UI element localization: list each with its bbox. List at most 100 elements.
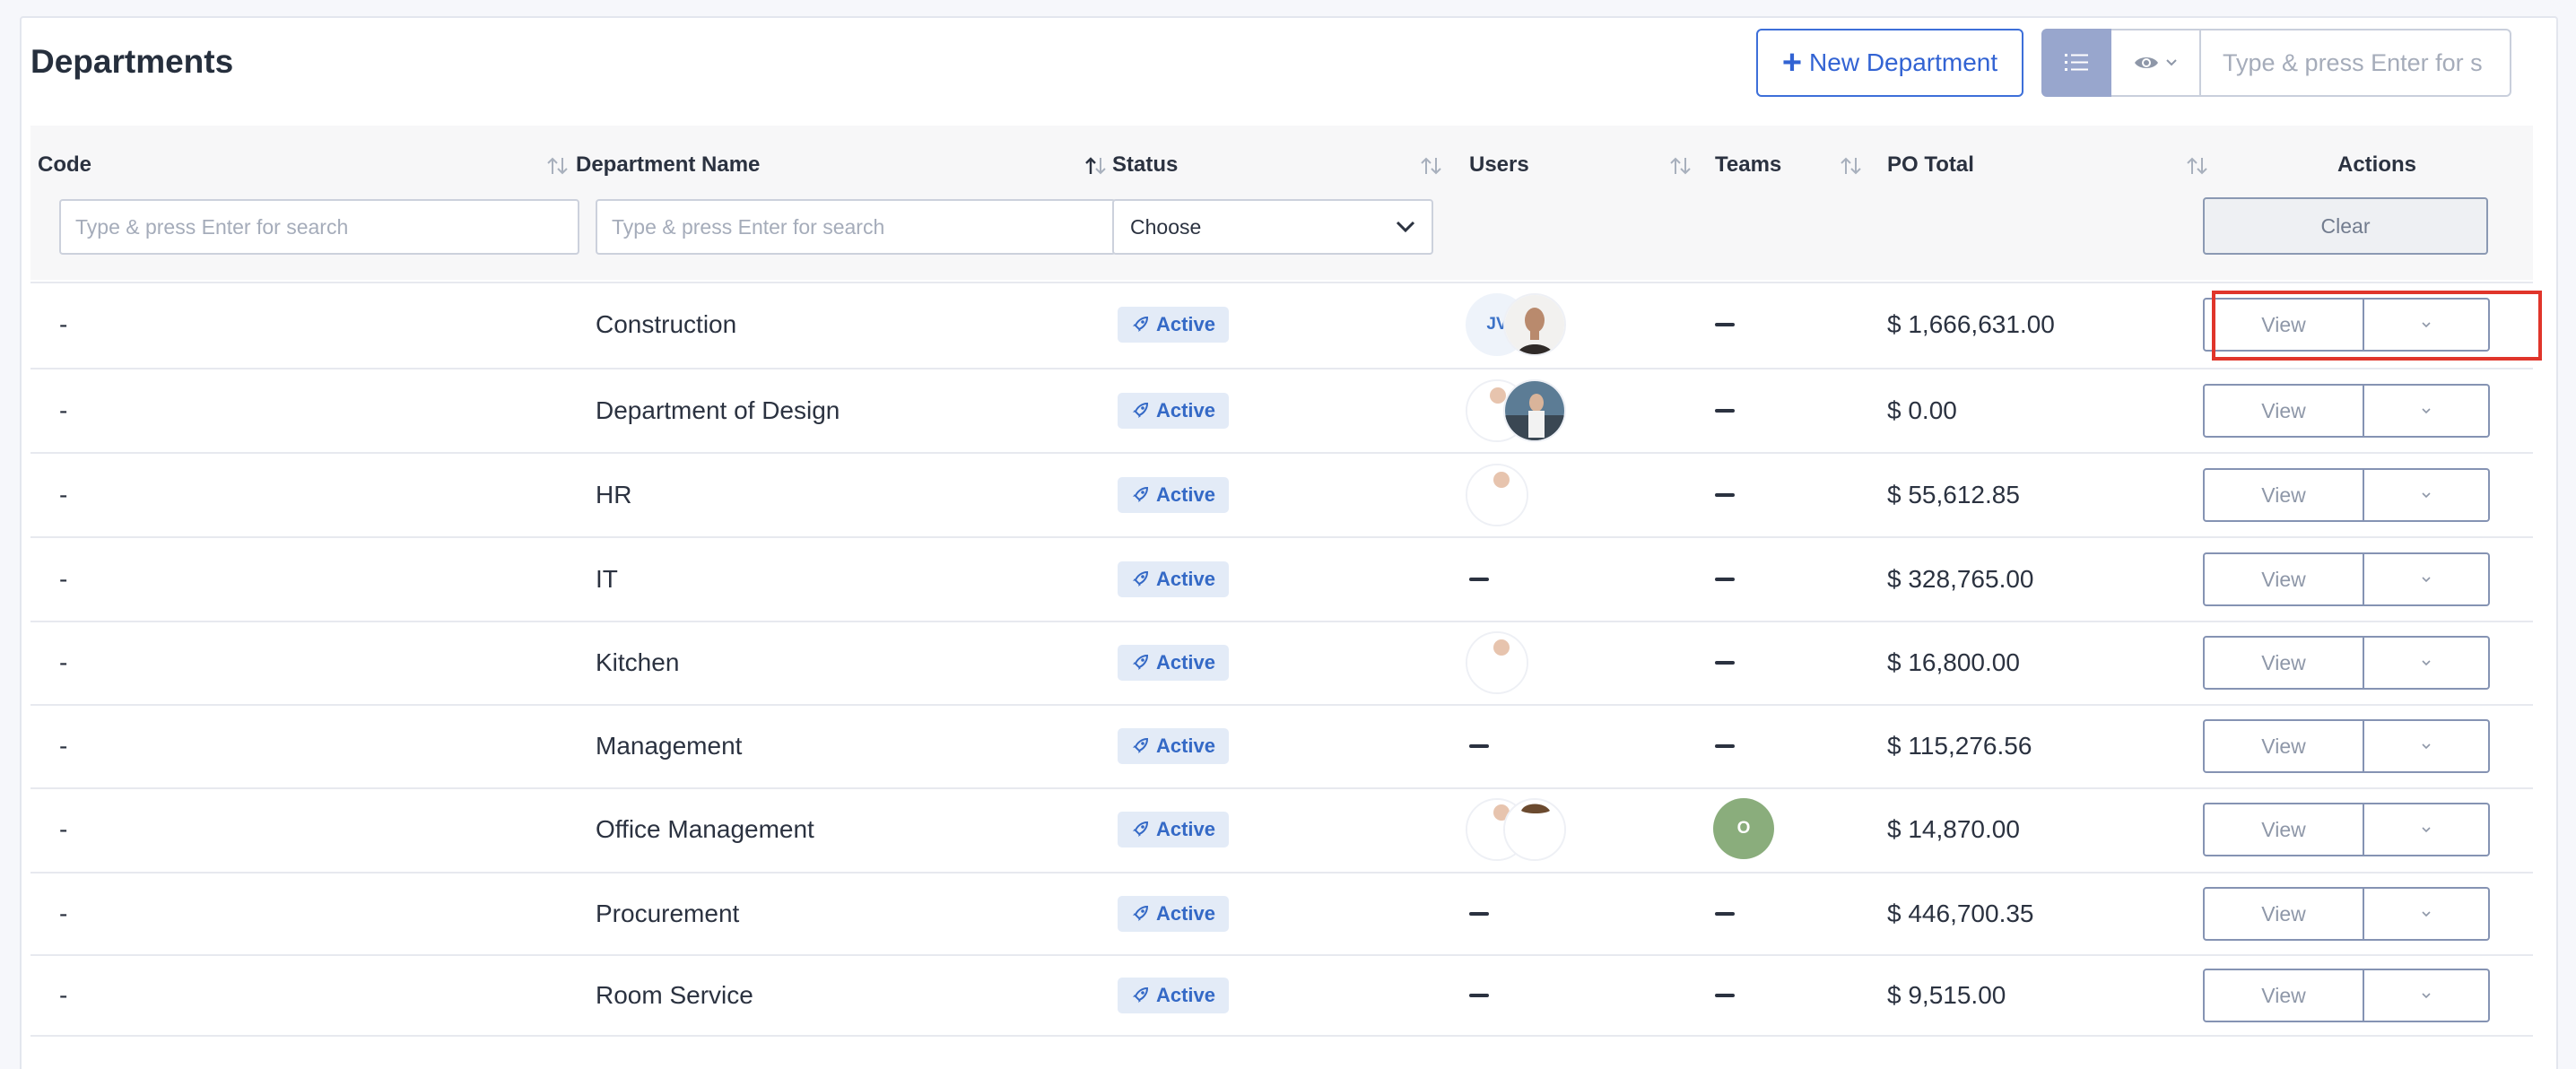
row-department-name[interactable]: Room Service bbox=[596, 981, 753, 1010]
view-button[interactable]: View bbox=[2203, 803, 2364, 856]
table-row[interactable] bbox=[30, 621, 2533, 704]
empty-teams bbox=[1715, 912, 1735, 916]
view-button[interactable]: View bbox=[2203, 468, 2364, 522]
table-row[interactable] bbox=[30, 452, 2533, 536]
actions-dropdown-button[interactable] bbox=[2364, 636, 2490, 690]
table-row[interactable] bbox=[30, 282, 2533, 368]
chevron-down-icon bbox=[1396, 221, 1415, 233]
table-row[interactable] bbox=[30, 368, 2533, 452]
sort-ascending-icon[interactable] bbox=[1083, 156, 1109, 176]
avatar[interactable] bbox=[1503, 798, 1566, 861]
new-department-button[interactable]: + New Department bbox=[1756, 29, 2023, 97]
empty-teams bbox=[1715, 661, 1735, 665]
view-button[interactable]: View bbox=[2203, 552, 2364, 606]
column-header-teams[interactable]: Teams bbox=[1715, 152, 1781, 178]
clear-filters-button[interactable]: Clear bbox=[2203, 197, 2488, 255]
avatar[interactable] bbox=[1466, 464, 1528, 526]
column-header-department-name[interactable]: Department Name bbox=[576, 152, 760, 178]
row-po-total: $ 55,612.85 bbox=[1887, 481, 2020, 508]
avatar[interactable] bbox=[1503, 379, 1566, 442]
row-po-total: $ 328,765.00 bbox=[1887, 565, 2034, 593]
chevron-down-icon bbox=[2422, 911, 2431, 917]
chevron-down-icon bbox=[2422, 408, 2431, 414]
status-label: Active bbox=[1155, 313, 1216, 335]
row-code: - bbox=[59, 481, 68, 508]
status-label: Active bbox=[1155, 568, 1216, 590]
chevron-down-icon bbox=[2422, 492, 2431, 499]
status-badge: Active bbox=[1118, 307, 1229, 343]
rocket-icon bbox=[1132, 570, 1148, 587]
sort-icon[interactable] bbox=[1668, 156, 1693, 176]
status-badge: Active bbox=[1118, 561, 1229, 597]
column-header-code[interactable]: Code bbox=[38, 152, 91, 178]
actions-dropdown-button[interactable] bbox=[2364, 552, 2490, 606]
view-button[interactable]: View bbox=[2203, 887, 2364, 941]
table-row[interactable] bbox=[30, 536, 2533, 621]
row-code: - bbox=[59, 648, 68, 676]
status-badge: Active bbox=[1118, 645, 1229, 681]
row-code: - bbox=[59, 565, 68, 593]
empty-teams bbox=[1715, 409, 1735, 413]
row-code: - bbox=[59, 396, 68, 424]
row-department-name[interactable]: HR bbox=[596, 481, 631, 509]
rocket-icon bbox=[1132, 654, 1148, 670]
table-row[interactable] bbox=[30, 872, 2533, 954]
list-view-button[interactable] bbox=[2041, 29, 2111, 97]
rocket-icon bbox=[1132, 316, 1148, 332]
row-code: - bbox=[59, 981, 68, 1009]
row-department-name[interactable]: Kitchen bbox=[596, 648, 679, 677]
row-department-name[interactable]: Department of Design bbox=[596, 396, 840, 425]
chevron-down-icon bbox=[2422, 827, 2431, 833]
row-department-name[interactable]: Construction bbox=[596, 310, 736, 339]
table-row[interactable] bbox=[30, 787, 2533, 872]
column-header-po-total[interactable]: PO Total bbox=[1887, 152, 1974, 178]
global-search-input[interactable] bbox=[2201, 29, 2511, 97]
row-actions: View bbox=[2203, 468, 2490, 522]
row-department-name[interactable]: Office Management bbox=[596, 815, 814, 844]
sort-icon[interactable] bbox=[545, 156, 570, 176]
row-actions: View bbox=[2203, 636, 2490, 690]
column-header-users[interactable]: Users bbox=[1469, 152, 1529, 178]
code-filter-input[interactable] bbox=[59, 199, 579, 255]
actions-dropdown-button[interactable] bbox=[2364, 887, 2490, 941]
row-actions: View bbox=[2203, 887, 2490, 941]
sort-icon[interactable] bbox=[1839, 156, 1864, 176]
row-code: - bbox=[59, 310, 68, 338]
row-department-name[interactable]: Management bbox=[596, 732, 742, 760]
avatar[interactable] bbox=[1503, 293, 1566, 356]
row-department-name[interactable]: IT bbox=[596, 565, 618, 594]
column-header-actions: Actions bbox=[2337, 152, 2417, 177]
department-name-filter-input[interactable] bbox=[596, 199, 1116, 255]
avatar[interactable] bbox=[1466, 631, 1528, 694]
empty-teams bbox=[1715, 744, 1735, 748]
actions-dropdown-button[interactable] bbox=[2364, 969, 2490, 1022]
team-avatar[interactable]: O bbox=[1713, 798, 1774, 859]
table-row[interactable] bbox=[30, 704, 2533, 787]
view-button[interactable]: View bbox=[2203, 719, 2364, 773]
chevron-down-icon bbox=[2422, 660, 2431, 666]
sort-icon[interactable] bbox=[2185, 156, 2210, 176]
view-button[interactable]: View bbox=[2203, 969, 2364, 1022]
status-label: Active bbox=[1155, 483, 1216, 506]
table-row[interactable] bbox=[30, 954, 2533, 1037]
column-visibility-button[interactable] bbox=[2111, 29, 2201, 97]
rocket-icon bbox=[1132, 905, 1148, 921]
status-label: Active bbox=[1155, 984, 1216, 1006]
view-button[interactable]: View bbox=[2203, 384, 2364, 438]
actions-dropdown-button[interactable] bbox=[2364, 803, 2490, 856]
row-department-name[interactable]: Procurement bbox=[596, 900, 739, 928]
sort-icon[interactable] bbox=[1419, 156, 1444, 176]
view-button[interactable]: View bbox=[2203, 636, 2364, 690]
empty-teams bbox=[1715, 578, 1735, 581]
page-title: Departments bbox=[30, 43, 234, 80]
row-actions: View bbox=[2203, 803, 2490, 856]
row-po-total: $ 14,870.00 bbox=[1887, 815, 2020, 843]
empty-users bbox=[1469, 744, 1489, 748]
column-header-status[interactable]: Status bbox=[1112, 152, 1178, 178]
status-label: Active bbox=[1155, 651, 1216, 674]
chevron-down-icon bbox=[2422, 743, 2431, 750]
actions-dropdown-button[interactable] bbox=[2364, 719, 2490, 773]
actions-dropdown-button[interactable] bbox=[2364, 468, 2490, 522]
actions-dropdown-button[interactable] bbox=[2364, 384, 2490, 438]
status-filter-select[interactable]: Choose bbox=[1112, 199, 1433, 255]
